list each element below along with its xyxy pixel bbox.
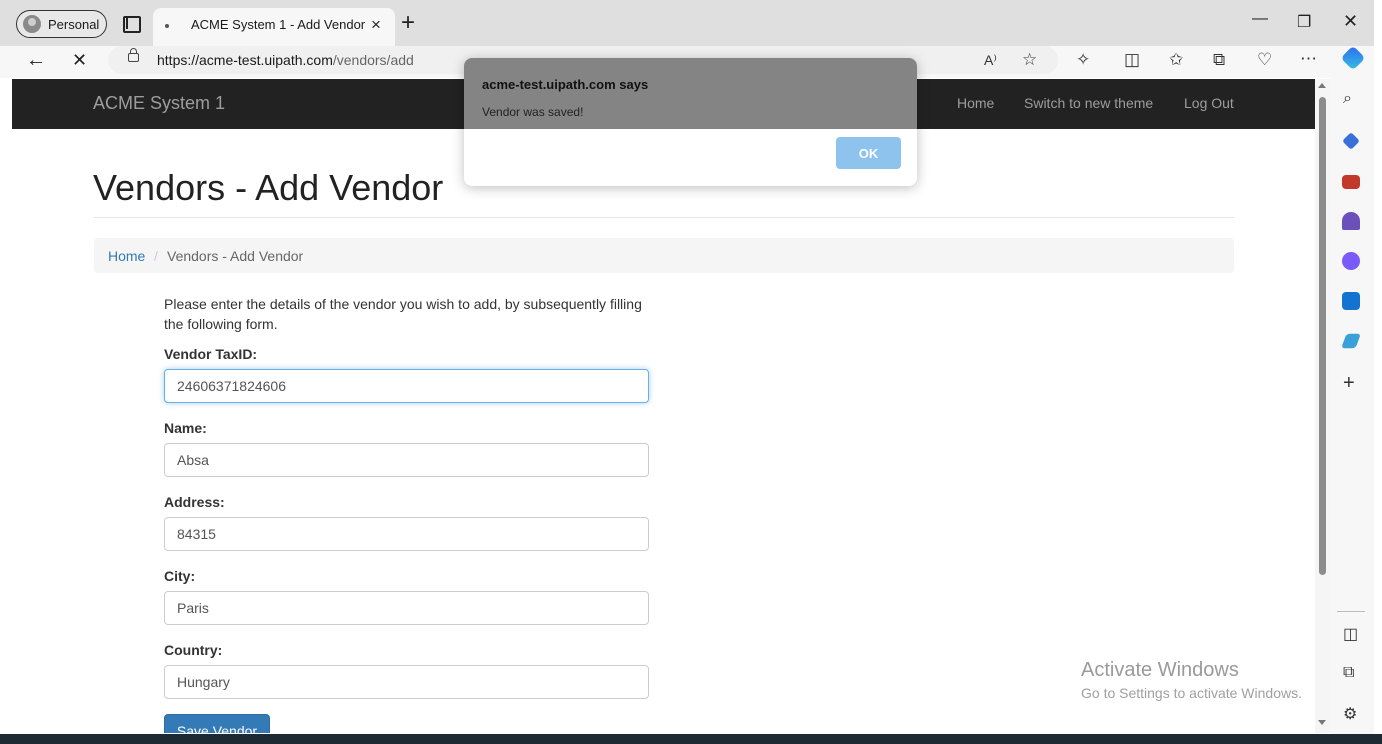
browser-essentials-icon[interactable]: ♡ xyxy=(1257,50,1272,70)
breadcrumb-separator: / xyxy=(154,248,158,264)
back-icon[interactable]: ← xyxy=(26,49,46,72)
nav-home-link[interactable]: Home xyxy=(957,95,994,111)
profile-avatar-icon xyxy=(23,15,41,33)
sidebar-toggle-icon[interactable]: ◫ xyxy=(1343,624,1358,644)
url-path: /vendors/add xyxy=(332,52,414,68)
favorites-icon[interactable]: ✩ xyxy=(1169,50,1183,70)
url-host: https://acme-test.uipath.com xyxy=(157,52,333,68)
alert-dialog: acme-test.uipath.com says Vendor was sav… xyxy=(464,58,917,186)
taskbar xyxy=(0,734,1382,744)
shopping-tag-icon[interactable] xyxy=(1342,132,1360,150)
tools-icon[interactable] xyxy=(1342,175,1360,189)
telegram-icon[interactable] xyxy=(1341,333,1361,349)
browser-tab[interactable]: ACME System 1 - Add Vendor × xyxy=(153,8,395,46)
browser-tab-bar: Personal ACME System 1 - Add Vendor × + … xyxy=(0,0,1382,46)
taxid-input[interactable] xyxy=(164,369,649,403)
new-tab-icon[interactable]: + xyxy=(401,11,415,35)
save-vendor-button[interactable]: Save Vendor xyxy=(164,714,270,733)
name-label: Name: xyxy=(164,420,207,436)
search-icon[interactable]: ⌕ xyxy=(1343,90,1352,108)
app-brand[interactable]: ACME System 1 xyxy=(93,93,225,114)
tab-actions-icon[interactable] xyxy=(120,14,141,33)
form-intro-text: Please enter the details of the vendor y… xyxy=(164,296,642,332)
url-text: https://acme-test.uipath.com/vendors/add xyxy=(157,52,414,68)
minimize-icon[interactable]: — xyxy=(1252,10,1268,28)
split-screen-icon[interactable]: ◫ xyxy=(1124,50,1140,70)
stop-loading-icon[interactable]: ✕ xyxy=(72,50,87,71)
nav-logout-link[interactable]: Log Out xyxy=(1184,95,1234,111)
lock-icon[interactable] xyxy=(128,48,139,62)
external-open-icon[interactable]: ⧉ xyxy=(1343,664,1354,682)
scroll-down-icon[interactable] xyxy=(1318,720,1326,725)
nav-switch-theme-link[interactable]: Switch to new theme xyxy=(1024,95,1153,111)
dialog-message: Vendor was saved! xyxy=(482,105,584,119)
loading-icon xyxy=(165,24,169,28)
scrollbar-thumb[interactable] xyxy=(1319,97,1326,575)
tab-title: ACME System 1 - Add Vendor xyxy=(191,17,366,32)
breadcrumb: Home / Vendors - Add Vendor xyxy=(94,238,1234,273)
read-aloud-icon[interactable]: A⁾ xyxy=(984,52,997,69)
page-scrollbar[interactable] xyxy=(1315,79,1330,733)
breadcrumb-home-link[interactable]: Home xyxy=(108,248,145,264)
settings-icon[interactable]: ⚙ xyxy=(1343,704,1357,724)
activate-windows-title: Activate Windows xyxy=(1081,659,1239,681)
breadcrumb-current: Vendors - Add Vendor xyxy=(167,248,304,264)
profile-button[interactable]: Personal xyxy=(16,10,107,38)
city-input[interactable] xyxy=(164,591,649,625)
tab-close-icon[interactable]: × xyxy=(371,15,381,35)
extensions-icon[interactable]: ✧ xyxy=(1076,50,1090,70)
city-label: City: xyxy=(164,568,196,584)
country-label: Country: xyxy=(164,642,223,658)
name-input[interactable] xyxy=(164,443,649,477)
country-input[interactable] xyxy=(164,665,649,699)
activate-windows-subtitle: Go to Settings to activate Windows. xyxy=(1081,685,1302,701)
add-icon[interactable]: + xyxy=(1343,372,1355,395)
address-input[interactable] xyxy=(164,517,649,551)
edge-sidebar: ⌕ + ◫ ⧉ ⚙ xyxy=(1330,78,1374,734)
window-edge xyxy=(1374,0,1382,744)
scroll-up-icon[interactable] xyxy=(1318,83,1326,88)
profile-label: Personal xyxy=(48,17,100,32)
dialog-title: acme-test.uipath.com says xyxy=(482,77,649,92)
address-label: Address: xyxy=(164,494,225,510)
dialog-ok-button[interactable]: OK xyxy=(836,137,901,169)
favorite-icon[interactable]: ☆ xyxy=(1022,50,1037,70)
microsoft-365-icon[interactable] xyxy=(1342,252,1360,270)
title-divider xyxy=(94,217,1234,218)
sidebar-divider xyxy=(1337,611,1365,612)
more-icon[interactable]: ⋯ xyxy=(1300,49,1317,69)
collections-icon[interactable]: ⧉ xyxy=(1213,50,1225,70)
taxid-label: Vendor TaxID: xyxy=(164,346,258,362)
page-title: Vendors - Add Vendor xyxy=(93,167,444,208)
close-window-icon[interactable]: ✕ xyxy=(1343,11,1358,32)
restore-icon[interactable]: ❐ xyxy=(1297,12,1311,32)
games-icon[interactable] xyxy=(1342,212,1360,230)
outlook-icon[interactable] xyxy=(1342,292,1360,310)
